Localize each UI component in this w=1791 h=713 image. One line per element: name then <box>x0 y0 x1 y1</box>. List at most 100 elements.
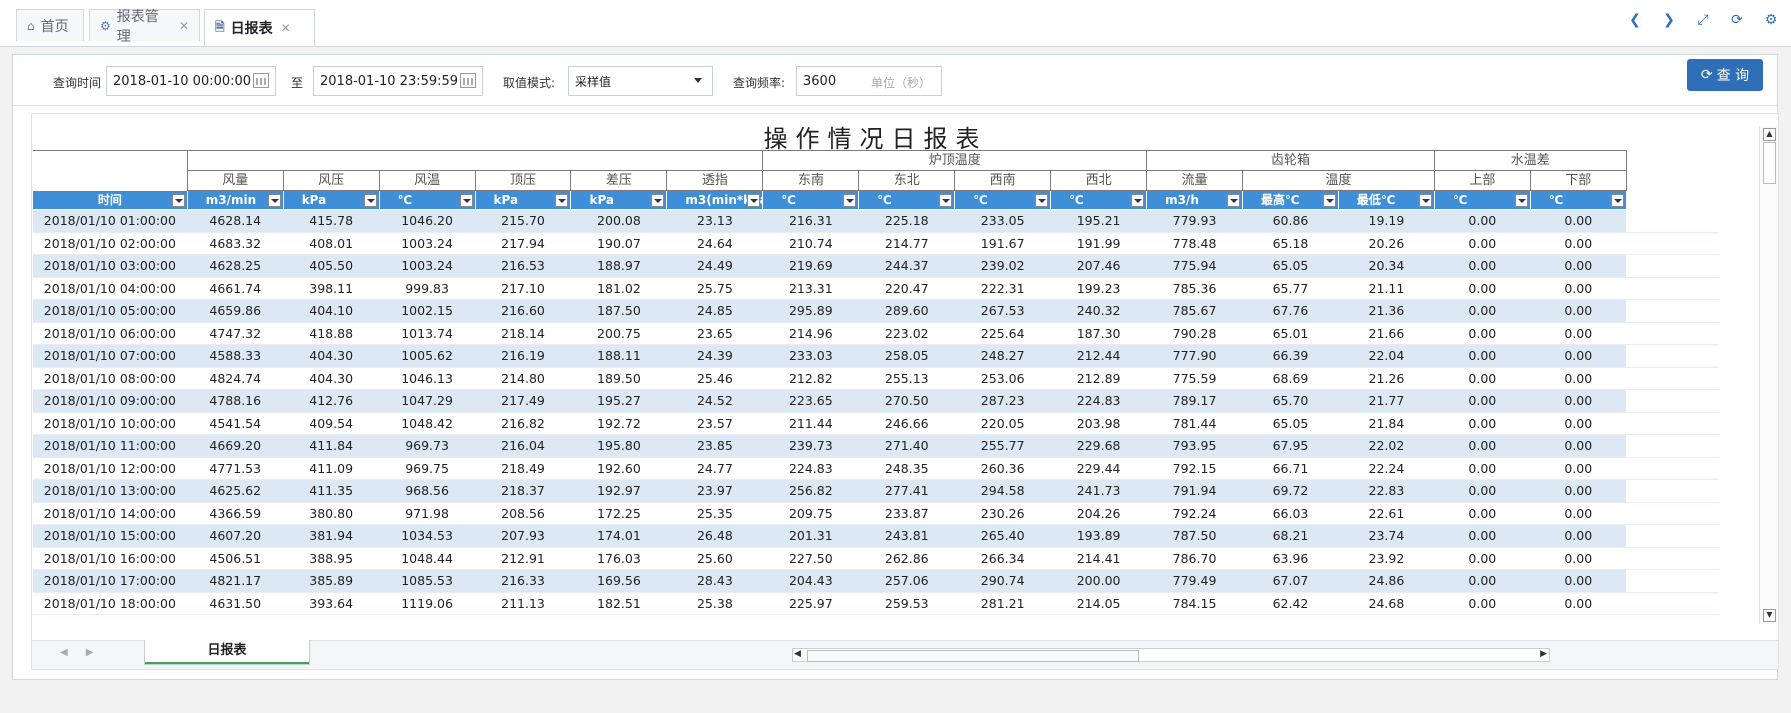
table-cell[interactable]: 784.15 <box>1146 592 1243 615</box>
table-cell[interactable]: 220.05 <box>954 412 1051 435</box>
table-cell[interactable]: 19.19 <box>1338 209 1435 233</box>
table-cell[interactable]: 22.83 <box>1338 479 1435 503</box>
table-cell[interactable]: 209.75 <box>762 502 859 525</box>
table-cell[interactable]: 404.30 <box>283 344 380 368</box>
filter-dropdown-icon[interactable] <box>1227 194 1240 207</box>
table-cell[interactable]: 2018/01/10 16:00:00 <box>32 547 188 570</box>
table-cell[interactable]: 224.83 <box>1050 389 1147 413</box>
table-cell[interactable]: 28.43 <box>666 569 763 593</box>
table-cell[interactable]: 0.00 <box>1434 299 1531 323</box>
table-cell[interactable]: 0.00 <box>1434 322 1531 345</box>
table-cell[interactable]: 0.00 <box>1434 389 1531 413</box>
tab-daily-report[interactable]: 🗎 日报表 ✕ <box>204 9 315 46</box>
table-cell[interactable]: 405.50 <box>283 254 380 278</box>
table-cell[interactable]: 212.44 <box>1050 344 1147 368</box>
table-cell[interactable]: 404.10 <box>283 299 380 323</box>
table-cell[interactable]: 4821.17 <box>187 569 284 593</box>
table-cell[interactable]: 212.89 <box>1050 367 1147 390</box>
table-cell[interactable]: 181.02 <box>570 277 667 300</box>
sheet-tab-daily-report[interactable]: 日报表 <box>144 640 310 665</box>
table-cell[interactable]: 0.00 <box>1434 434 1531 458</box>
table-cell[interactable]: 217.94 <box>475 232 571 255</box>
table-cell[interactable]: 4625.62 <box>187 479 284 503</box>
table-cell[interactable]: 271.40 <box>858 434 955 458</box>
table-cell[interactable]: 24.68 <box>1338 592 1435 615</box>
table-cell[interactable]: 67.07 <box>1242 569 1339 593</box>
column-header[interactable]: m3/h <box>1146 190 1243 210</box>
table-cell[interactable]: 289.60 <box>858 299 955 323</box>
fullscreen-icon[interactable]: ⤢ <box>1695 12 1711 28</box>
filter-dropdown-icon[interactable] <box>1131 194 1145 207</box>
table-cell[interactable]: 2018/01/10 02:00:00 <box>32 232 188 255</box>
tab-home[interactable]: ⌂ 首页 <box>16 9 84 41</box>
table-cell[interactable]: 220.47 <box>858 277 955 300</box>
table-cell[interactable]: 0.00 <box>1530 299 1627 323</box>
table-cell[interactable]: 193.89 <box>1050 524 1147 548</box>
table-cell[interactable]: 0.00 <box>1530 209 1627 233</box>
table-cell[interactable]: 188.11 <box>570 344 667 368</box>
table-cell[interactable]: 266.34 <box>954 547 1051 570</box>
table-cell[interactable]: 21.84 <box>1338 412 1435 435</box>
table-cell[interactable]: 258.05 <box>858 344 955 368</box>
table-cell[interactable]: 0.00 <box>1530 389 1627 413</box>
table-cell[interactable]: 408.01 <box>283 232 380 255</box>
table-cell[interactable]: 0.00 <box>1434 344 1531 368</box>
column-header[interactable]: kPa <box>474 190 572 210</box>
table-cell[interactable]: 790.28 <box>1146 322 1243 345</box>
table-cell[interactable]: 22.02 <box>1338 434 1435 458</box>
table-cell[interactable]: 0.00 <box>1530 479 1627 503</box>
table-cell[interactable]: 20.26 <box>1338 232 1435 255</box>
table-cell[interactable]: 219.69 <box>762 254 859 278</box>
table-cell[interactable]: 222.31 <box>954 277 1051 300</box>
column-header[interactable]: 最低℃ <box>1337 190 1435 210</box>
table-cell[interactable]: 214.96 <box>762 322 859 345</box>
table-cell[interactable]: 23.85 <box>666 434 763 458</box>
table-cell[interactable]: 259.53 <box>858 592 955 615</box>
table-cell[interactable]: 200.75 <box>570 322 667 345</box>
table-cell[interactable]: 65.01 <box>1242 322 1339 345</box>
horizontal-scrollbar[interactable]: ◀ ▶ <box>792 648 1550 662</box>
filter-dropdown-icon[interactable] <box>555 194 569 207</box>
table-cell[interactable]: 225.97 <box>762 592 859 615</box>
table-cell[interactable]: 25.75 <box>666 277 763 300</box>
table-cell[interactable]: 240.32 <box>1050 299 1147 323</box>
table-cell[interactable]: 793.95 <box>1146 434 1243 458</box>
table-cell[interactable]: 25.46 <box>666 367 763 390</box>
table-cell[interactable]: 1047.29 <box>379 389 476 413</box>
table-cell[interactable]: 203.98 <box>1050 412 1147 435</box>
table-cell[interactable]: 63.96 <box>1242 547 1339 570</box>
table-cell[interactable]: 68.69 <box>1242 367 1339 390</box>
table-cell[interactable]: 2018/01/10 17:00:00 <box>32 569 188 593</box>
table-cell[interactable]: 0.00 <box>1530 592 1627 615</box>
table-cell[interactable]: 24.77 <box>666 457 763 480</box>
table-cell[interactable]: 230.26 <box>954 502 1051 525</box>
table-cell[interactable]: 24.49 <box>666 254 763 278</box>
table-cell[interactable]: 25.38 <box>666 592 763 615</box>
table-cell[interactable]: 21.77 <box>1338 389 1435 413</box>
table-cell[interactable]: 65.70 <box>1242 389 1339 413</box>
filter-dropdown-icon[interactable] <box>267 194 281 207</box>
table-cell[interactable]: 233.05 <box>954 209 1051 233</box>
table-cell[interactable]: 248.27 <box>954 344 1051 368</box>
table-cell[interactable]: 65.05 <box>1242 254 1339 278</box>
tab-report-management[interactable]: ⚙ 报表管理 ✕ <box>89 9 200 45</box>
table-cell[interactable]: 233.03 <box>762 344 859 368</box>
filter-dropdown-icon[interactable] <box>843 194 857 207</box>
end-time-input[interactable]: 2018-01-10 23:59:59 <box>313 66 483 96</box>
table-cell[interactable]: 2018/01/10 13:00:00 <box>32 479 188 503</box>
table-cell[interactable]: 26.48 <box>666 524 763 548</box>
table-cell[interactable]: 66.39 <box>1242 344 1339 368</box>
table-cell[interactable]: 791.94 <box>1146 479 1243 503</box>
column-header[interactable]: 时间 <box>32 190 188 210</box>
table-cell[interactable]: 23.97 <box>666 479 763 503</box>
table-cell[interactable]: 23.13 <box>666 209 763 233</box>
table-cell[interactable]: 2018/01/10 18:00:00 <box>32 592 188 615</box>
table-cell[interactable]: 24.39 <box>666 344 763 368</box>
table-cell[interactable]: 22.24 <box>1338 457 1435 480</box>
table-cell[interactable]: 2018/01/10 10:00:00 <box>32 412 188 435</box>
table-cell[interactable]: 200.08 <box>570 209 667 233</box>
table-cell[interactable]: 290.74 <box>954 569 1051 593</box>
table-cell[interactable]: 67.95 <box>1242 434 1339 458</box>
table-cell[interactable]: 1013.74 <box>379 322 476 345</box>
table-cell[interactable]: 191.99 <box>1050 232 1147 255</box>
